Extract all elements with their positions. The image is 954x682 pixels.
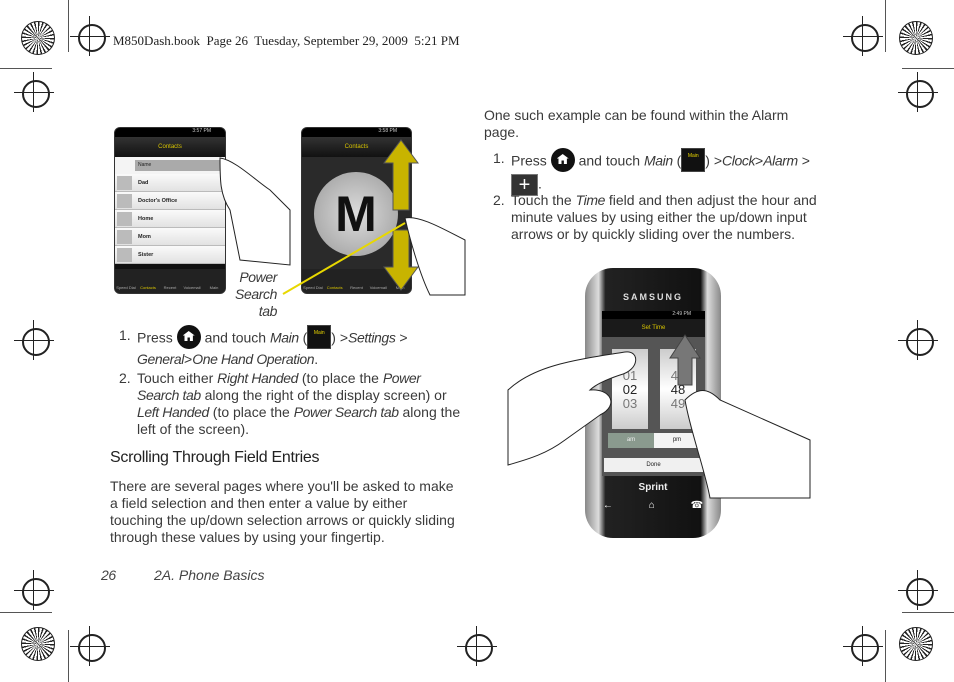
page-number: 26	[101, 567, 116, 583]
registration-star-mark	[899, 627, 933, 661]
contact-row: Dad	[115, 174, 225, 192]
hands-sliding-illustration	[507, 334, 811, 499]
book-header: M850Dash.book Page 26 Tuesday, September…	[113, 33, 460, 48]
registration-star-mark	[21, 627, 55, 661]
bottom-nav: Speed Dial Contacts Recent Voicemail Main	[115, 269, 225, 293]
contact-row: Sister	[115, 246, 225, 264]
right-intro: One such example can be found within the…	[484, 107, 789, 140]
section-footer: 2A. Phone Basics	[154, 567, 265, 583]
right-step-2: 2. Touch the Time field and then adjust …	[493, 192, 817, 242]
left-step-2: 2. Touch either Right Handed (to place t…	[119, 370, 461, 437]
main-menu-icon: Main	[681, 148, 706, 172]
right-step-1: 1. Press and touch Main (Main) >Clock>Al…	[493, 148, 810, 196]
section-heading: Scrolling Through Field Entries	[110, 449, 320, 466]
left-step-1: 1. Press and touch Main (Main) >Settings…	[119, 325, 408, 367]
registration-star-mark	[899, 21, 933, 55]
search-field: Name	[135, 160, 221, 171]
section-paragraph: There are several pages where you'll be …	[110, 478, 455, 545]
callout-line	[282, 222, 406, 295]
contact-row: Mom	[115, 228, 225, 246]
power-search-callout: Power Search tab	[235, 269, 277, 319]
phone-screenshot-contacts: 3:57 PM Contacts Name Dad Doctor's Offic…	[114, 127, 226, 294]
contact-row: Home	[115, 210, 225, 228]
main-menu-icon: Main	[307, 325, 332, 349]
home-key-icon	[550, 148, 575, 172]
contact-row: Doctor's Office	[115, 192, 225, 210]
registration-star-mark	[21, 21, 55, 55]
home-key-icon	[176, 325, 201, 349]
